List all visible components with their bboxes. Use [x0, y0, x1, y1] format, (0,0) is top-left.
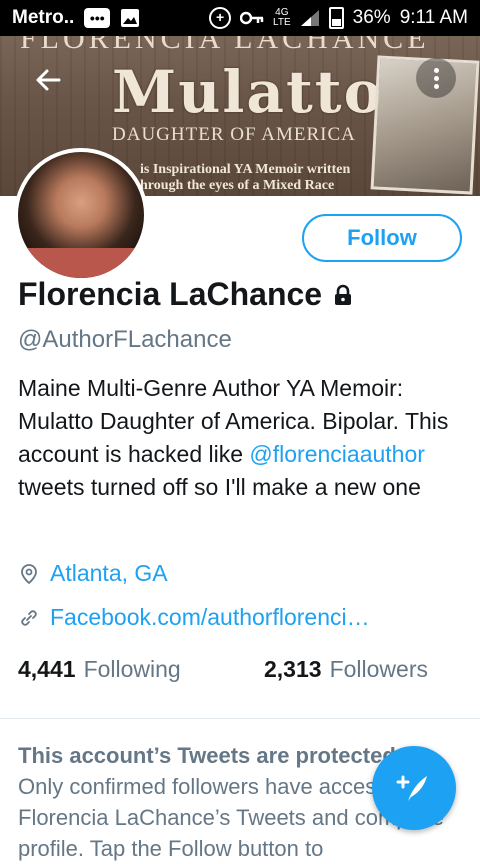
bio-mention-link[interactable]: @florenciaauthor: [249, 441, 425, 467]
location-text: Atlanta, GA: [50, 560, 168, 586]
profile-name-row: Florencia LaChance: [18, 276, 354, 313]
more-dot: [433, 75, 439, 81]
compose-tweet-button[interactable]: [372, 746, 456, 830]
clock: 9:11 AM: [399, 7, 468, 28]
data-saver-icon: +: [209, 7, 232, 29]
battery-percent: 36%: [352, 7, 391, 28]
follow-counts: 4,441 Following 2,313 Followers: [18, 656, 428, 683]
lte-label: LTE: [273, 17, 291, 28]
more-dot: [433, 83, 439, 89]
banner-title: Mulatto: [112, 58, 385, 126]
divider: [0, 718, 480, 719]
location-pin-icon: [21, 563, 37, 584]
more-vertical-icon: [433, 67, 439, 73]
banner-top-text: FLORENCIA LACHANCE: [20, 36, 430, 55]
banner-tagline-1: is Inspirational YA Memoir written: [140, 162, 351, 177]
followers-label: Followers: [329, 656, 428, 682]
profile-website[interactable]: Facebook.com/authorflorenci…: [18, 604, 370, 631]
website-link[interactable]: Facebook.com/authorflorenci…: [50, 604, 370, 631]
profile-bio: Maine Multi-Genre Author YA Memoir: Mula…: [18, 372, 468, 504]
messages-icon: •••: [84, 8, 111, 28]
following-count[interactable]: 4,441 Following: [18, 656, 264, 683]
back-button[interactable]: [28, 60, 68, 100]
more-options-button[interactable]: [416, 58, 456, 98]
gallery-icon: [120, 7, 140, 29]
profile-location: Atlanta, GA: [18, 560, 168, 587]
following-number: 4,441: [18, 656, 76, 682]
banner-subtitle: DAUGHTER OF AMERICA: [112, 124, 356, 145]
bio-text-end: tweets turned off so I'll make a new one: [18, 474, 421, 500]
signal-icon: [300, 7, 320, 29]
status-bar: Metro.. ••• + 4G LTE 36% 9:11 AM: [0, 0, 480, 36]
vpn-key-icon: [240, 7, 264, 29]
back-arrow-icon: [36, 69, 61, 91]
follow-button[interactable]: Follow: [302, 214, 462, 262]
profile-handle: @AuthorFLachance: [18, 326, 232, 353]
lock-icon: [335, 284, 352, 305]
battery-icon: [328, 7, 344, 29]
followers-number: 2,313: [264, 656, 322, 682]
profile-name: Florencia LaChance: [18, 276, 323, 312]
network-type-indicator: 4G LTE: [273, 8, 291, 28]
avatar-shirt: [18, 248, 144, 278]
banner-tagline-2: hrough the eyes of a Mixed Race: [140, 178, 335, 193]
avatar[interactable]: [14, 148, 148, 282]
link-icon: [21, 609, 37, 626]
followers-count[interactable]: 2,313 Followers: [264, 656, 428, 683]
compose-tweet-icon: [396, 775, 427, 801]
following-label: Following: [83, 656, 181, 682]
carrier-label: Metro..: [12, 7, 75, 28]
